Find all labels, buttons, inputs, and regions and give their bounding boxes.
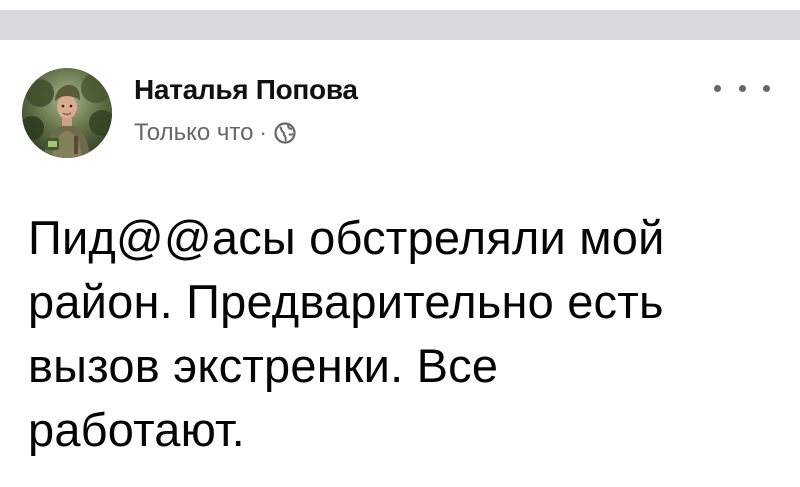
avatar-photo [22,68,112,158]
top-white-strip [0,0,800,10]
post-card: Наталья Попова Только что · Пид@@асы обс… [0,40,800,487]
more-options-icon[interactable] [714,76,770,100]
post-meta: Только что · [134,119,297,147]
globe-icon[interactable] [273,121,297,145]
page: Наталья Попова Только что · Пид@@асы обс… [0,0,800,487]
author-name[interactable]: Наталья Попова [134,74,358,106]
timestamp[interactable]: Только что [134,119,253,147]
more-dot [738,84,746,92]
post-text-line: вызов экстренки. Все [28,339,499,392]
post-text-line: работают. [28,403,245,456]
avatar[interactable] [22,68,112,158]
meta-separator: · [259,120,267,145]
post-text-line: район. Предварительно есть [28,275,664,328]
more-dot [763,84,770,92]
top-separator-bar [0,0,800,40]
more-dot [714,84,721,92]
post-text-line: Пид@@асы обстреляли мой [28,211,665,264]
post-text: Пид@@асы обстреляли мой район. Предварит… [28,206,778,462]
